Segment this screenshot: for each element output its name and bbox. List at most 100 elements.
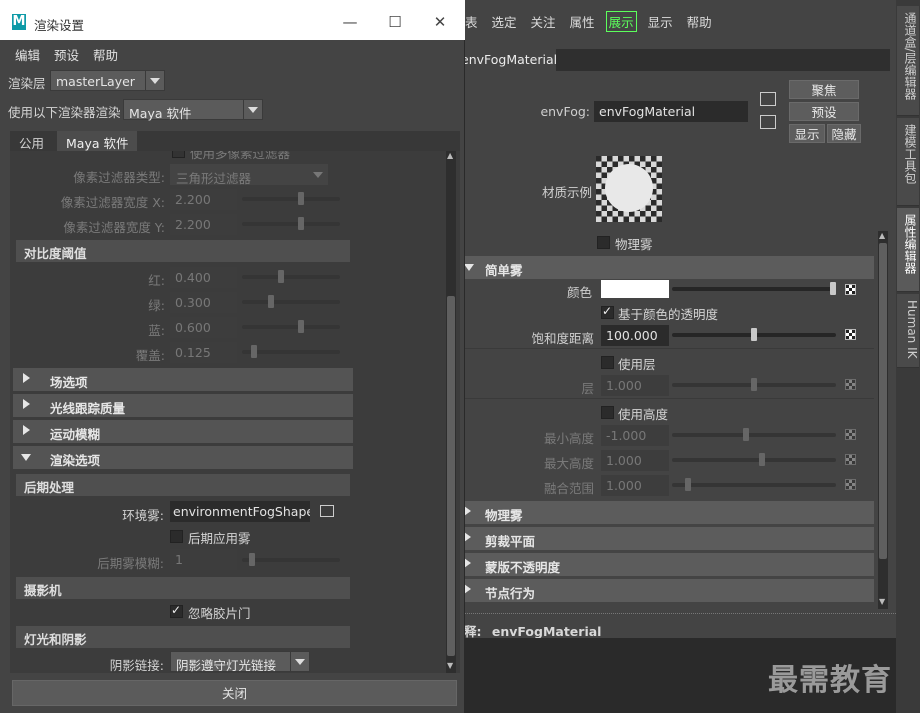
red-field[interactable]: 0.400 — [170, 267, 237, 288]
color-map-icon[interactable] — [845, 284, 856, 295]
slider-handle[interactable] — [742, 428, 749, 441]
max-height-slider[interactable] — [672, 453, 836, 466]
node-name-field[interactable]: envFogMaterial — [594, 101, 748, 122]
filter-width-x-slider[interactable] — [242, 192, 340, 205]
scroll-down-icon[interactable]: ▼ — [447, 661, 453, 670]
slider-handle[interactable] — [297, 192, 304, 205]
blue-slider[interactable] — [242, 320, 340, 333]
green-slider[interactable] — [242, 295, 340, 308]
saturation-map-icon[interactable] — [845, 329, 856, 340]
menu-focus[interactable]: 关注 — [524, 12, 563, 31]
filter-width-x-field[interactable]: 2.200 — [170, 189, 237, 210]
blend-range-slider[interactable] — [672, 478, 836, 491]
minimize-icon[interactable]: — — [340, 12, 360, 32]
tab-modeling-toolkit[interactable]: 建模工具包 — [897, 118, 919, 206]
tab-maya-software[interactable]: Maya 软件 — [57, 131, 138, 151]
blue-field[interactable]: 0.600 — [170, 317, 237, 338]
layer-slider[interactable] — [672, 378, 836, 391]
slider-handle[interactable] — [830, 282, 836, 295]
tab-attribute-editor[interactable]: 属性编辑器 — [897, 208, 919, 292]
tab-human-ik[interactable]: Human IK — [897, 294, 919, 368]
environment-fog-field[interactable]: environmentFogShape1 — [170, 501, 310, 522]
menu-presets[interactable]: 预设 — [47, 45, 86, 64]
section-matte-opacity[interactable]: 蒙版不透明度 — [458, 553, 874, 576]
map-button-icon[interactable] — [320, 505, 334, 517]
filter-width-y-slider[interactable] — [242, 217, 340, 230]
render-settings-scroll-thumb[interactable] — [447, 296, 455, 656]
layer-map-icon[interactable] — [845, 379, 856, 390]
saturation-distance-slider[interactable] — [672, 328, 836, 341]
close-window-icon[interactable]: ✕ — [430, 12, 450, 32]
slider-handle[interactable] — [759, 453, 766, 466]
presets-button[interactable]: 预设 — [789, 102, 859, 121]
color-based-transparency-checkbox[interactable] — [601, 304, 614, 319]
slider-handle[interactable] — [751, 378, 757, 391]
window-titlebar[interactable]: M 渲染设置 — ☐ ✕ — [0, 0, 465, 40]
render-settings-scrollbar[interactable]: ▲ ▼ — [446, 151, 456, 673]
slider-handle[interactable] — [685, 478, 692, 491]
pixel-filter-type-combo[interactable]: 三角形过滤器 — [170, 164, 328, 186]
menu-attributes[interactable]: 属性 — [563, 12, 602, 31]
focus-button[interactable]: 聚焦 — [789, 80, 859, 99]
filter-width-y-field[interactable]: 2.200 — [170, 214, 237, 235]
attribute-scrollbar[interactable]: ▲ ▼ — [878, 231, 888, 609]
input-connection-icon[interactable] — [760, 92, 776, 106]
menu-help[interactable]: 帮助 — [86, 45, 125, 64]
section-render-options[interactable]: 渲染选项 — [13, 446, 353, 469]
menu-help[interactable]: 帮助 — [680, 12, 719, 31]
menu-selected[interactable]: 选定 — [485, 12, 524, 31]
shadow-linking-combo[interactable]: 阴影遵守灯光链接 — [170, 651, 310, 673]
slider-handle[interactable] — [248, 553, 255, 566]
tab-envfogmaterial[interactable]: envFogMaterial — [458, 49, 557, 71]
section-simple-fog[interactable]: 简单雾 — [458, 256, 874, 279]
multi-pixel-filter-checkbox[interactable] — [172, 151, 185, 158]
layer-field[interactable]: 1.000 — [601, 375, 669, 396]
fog-color-swatch[interactable] — [601, 280, 669, 298]
min-height-map-icon[interactable] — [845, 429, 856, 440]
tab-common[interactable]: 公用 — [10, 131, 53, 151]
use-height-checkbox[interactable] — [601, 406, 614, 419]
max-height-field[interactable]: 1.000 — [601, 450, 669, 471]
apply-fog-post-checkbox[interactable] — [170, 530, 183, 543]
min-height-slider[interactable] — [672, 428, 836, 441]
show-button[interactable]: 显示 — [789, 124, 825, 143]
use-layer-checkbox[interactable] — [601, 356, 614, 369]
hide-button[interactable]: 隐藏 — [827, 124, 861, 143]
render-layer-combo[interactable]: masterLayer — [50, 70, 165, 91]
scroll-down-icon[interactable]: ▼ — [879, 597, 885, 606]
physical-fog-checkbox[interactable] — [597, 236, 610, 249]
post-fog-blur-slider[interactable] — [242, 553, 340, 566]
section-raytracing-quality[interactable]: 光线跟踪质量 — [13, 394, 353, 417]
coverage-field[interactable]: 0.125 — [170, 342, 237, 363]
green-field[interactable]: 0.300 — [170, 292, 237, 313]
slider-handle[interactable] — [278, 270, 285, 283]
menu-show-highlighted[interactable]: 展示 — [605, 10, 637, 32]
color-slider[interactable] — [672, 282, 836, 295]
max-height-map-icon[interactable] — [845, 454, 856, 465]
renderer-combo[interactable]: Maya 软件 — [123, 99, 263, 121]
coverage-slider[interactable] — [242, 345, 340, 358]
section-node-behavior[interactable]: 节点行为 — [458, 579, 874, 602]
scroll-up-icon[interactable]: ▲ — [879, 231, 885, 240]
red-slider[interactable] — [242, 270, 340, 283]
slider-handle[interactable] — [268, 295, 275, 308]
saturation-distance-field[interactable]: 100.000 — [601, 325, 669, 346]
maximize-icon[interactable]: ☐ — [385, 12, 405, 32]
blend-range-field[interactable]: 1.000 — [601, 475, 669, 496]
section-motion-blur[interactable]: 运动模糊 — [13, 420, 353, 443]
slider-handle[interactable] — [251, 345, 258, 358]
slider-handle[interactable] — [751, 328, 757, 341]
section-clipping-planes[interactable]: 剪裁平面 — [458, 527, 874, 550]
output-connection-icon[interactable] — [760, 115, 776, 129]
ignore-film-gate-checkbox[interactable] — [170, 603, 183, 618]
post-fog-blur-field[interactable]: 1 — [170, 549, 237, 570]
scroll-up-icon[interactable]: ▲ — [447, 151, 453, 160]
section-field-options[interactable]: 场选项 — [13, 368, 353, 391]
tab-channel-box[interactable]: 通道盒/层编辑器 — [897, 6, 919, 116]
menu-display[interactable]: 显示 — [641, 12, 680, 31]
close-button[interactable]: 关闭 — [12, 680, 457, 706]
min-height-field[interactable]: -1.000 — [601, 425, 669, 446]
slider-handle[interactable] — [297, 217, 304, 230]
attribute-scroll-thumb[interactable] — [879, 243, 887, 559]
menu-edit[interactable]: 编辑 — [8, 45, 47, 64]
